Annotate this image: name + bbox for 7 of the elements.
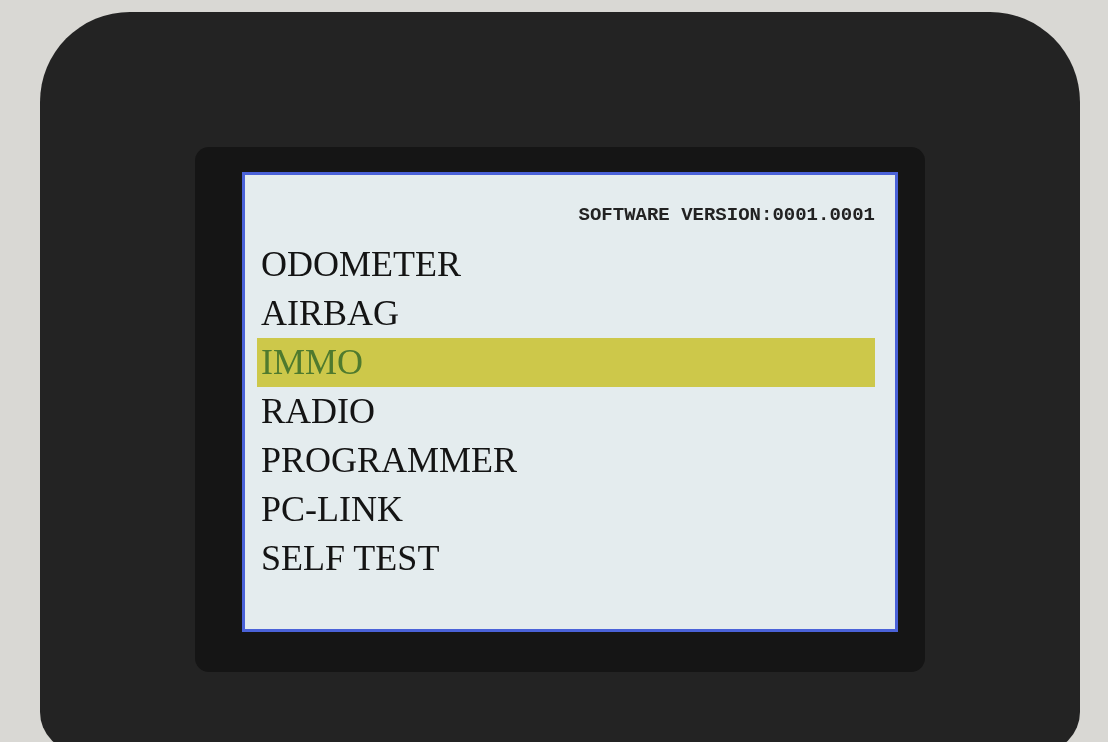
software-version: SOFTWARE VERSION:0001.0001: [578, 203, 875, 228]
menu-item[interactable]: AIRBAG: [257, 288, 875, 338]
menu-item[interactable]: PROGRAMMER: [257, 435, 875, 485]
menu-item[interactable]: PC-LINK: [257, 484, 875, 534]
menu-item[interactable]: ODOMETER: [257, 239, 875, 289]
menu-item[interactable]: SELF TEST: [257, 533, 875, 583]
menu-item[interactable]: RADIO: [257, 386, 875, 436]
